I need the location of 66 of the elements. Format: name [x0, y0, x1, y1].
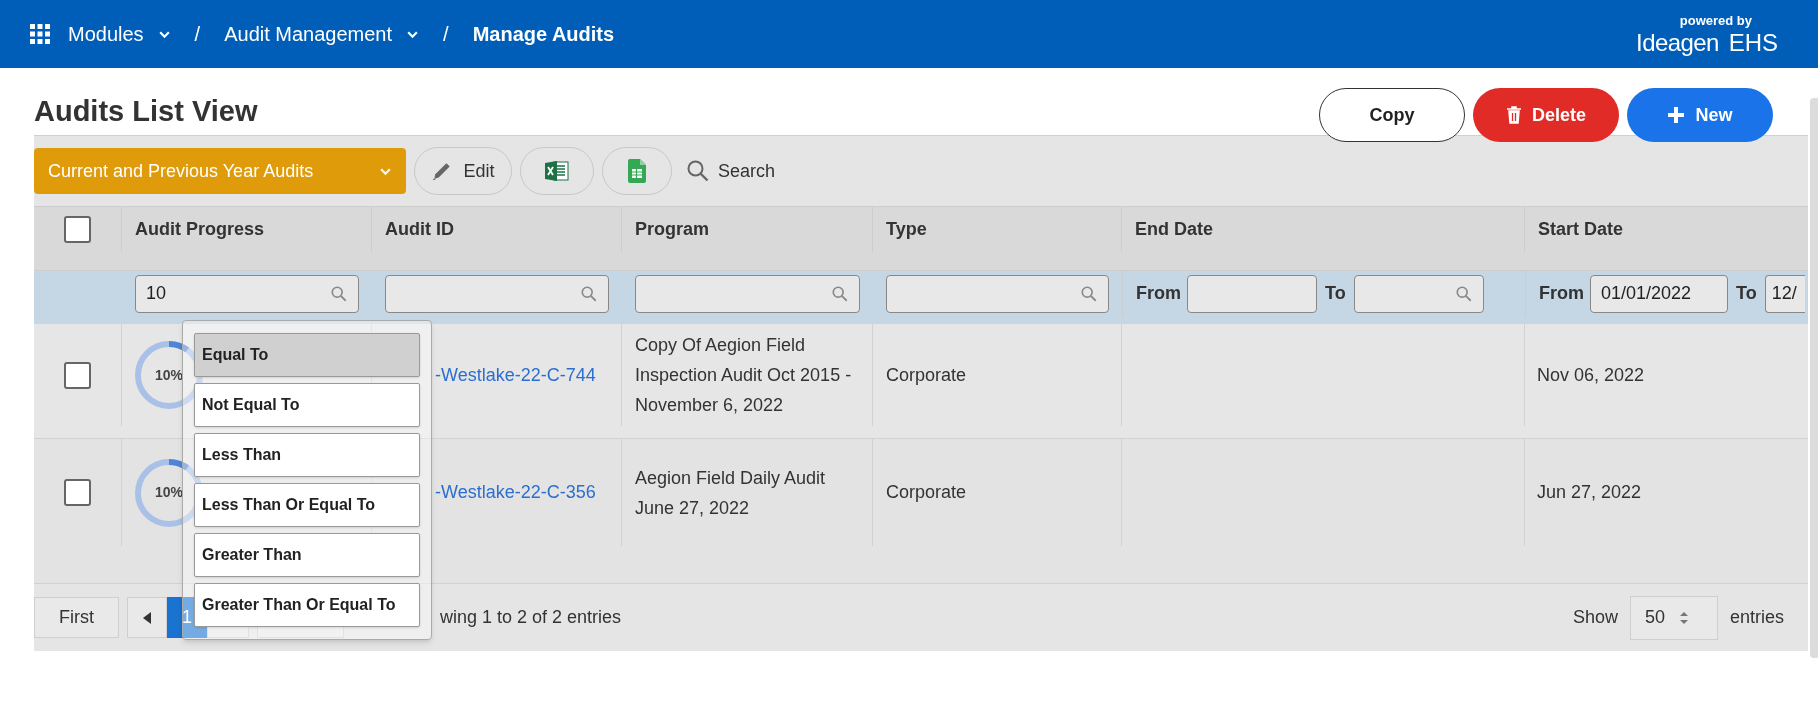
- breadcrumb-link[interactable]: Manage Audits: [472, 19, 615, 49]
- breadcrumb-link[interactable]: Audit Management: [224, 19, 420, 49]
- sheet-icon: [628, 159, 646, 183]
- search-icon: [580, 284, 598, 303]
- filter-field[interactable]: [635, 274, 860, 313]
- column-header[interactable]: Audit ID: [385, 216, 454, 243]
- filter-field[interactable]: [385, 274, 609, 313]
- menu-option[interactable]: Greater Than: [194, 533, 420, 577]
- search-icon: [330, 284, 348, 303]
- scrollbar[interactable]: [1810, 98, 1818, 658]
- entries-summary: wing 1 to 2 of 2 entries: [440, 606, 622, 629]
- trash-icon: [1506, 105, 1522, 125]
- checkbox[interactable]: [64, 216, 91, 243]
- first-page-button[interactable]: First: [34, 597, 119, 638]
- column-header[interactable]: End Date: [1135, 216, 1213, 243]
- field-label: From: [1136, 282, 1181, 306]
- filter-field[interactable]: [1187, 274, 1317, 313]
- search-icon: [1454, 284, 1473, 303]
- breadcrumb-link[interactable]: Modules: [68, 19, 171, 49]
- menu-option[interactable]: Less Than: [194, 433, 420, 477]
- field-label: From: [1539, 282, 1584, 306]
- spreadsheet-icon: [545, 160, 569, 182]
- menu-option[interactable]: Less Than Or Equal To: [194, 483, 420, 527]
- page-title: Audits List View: [34, 93, 258, 129]
- search-button[interactable]: Search: [686, 157, 776, 185]
- breadcrumb-separator: /: [194, 22, 201, 47]
- breadcrumb-separator: /: [443, 22, 449, 47]
- grid-menu-icon[interactable]: [30, 24, 50, 44]
- table-cell-text: Jun 27, 2022: [1537, 481, 1642, 504]
- search-icon: [686, 159, 710, 183]
- field-label: entries: [1729, 606, 1784, 629]
- search-icon: [831, 284, 849, 303]
- field-label: To: [1325, 282, 1346, 306]
- menu-option[interactable]: Not Equal To: [194, 383, 420, 427]
- filter-field[interactable]: 10: [135, 274, 359, 313]
- table-cell-text: Copy Of Aegion Field Inspection Audit Oct 2015 - November 6, 2022: [635, 334, 853, 417]
- menu-option[interactable]: Equal To: [194, 333, 420, 377]
- caret-left-icon: [143, 611, 151, 624]
- checkbox[interactable]: [64, 479, 91, 506]
- column-header[interactable]: Type: [886, 216, 927, 243]
- delete-button[interactable]: Delete: [1473, 88, 1619, 142]
- table-cell-text: Nov 06, 2022: [1537, 363, 1645, 387]
- checkbox[interactable]: [64, 361, 91, 389]
- brand-logo: powered by Ideagen EHS: [1636, 13, 1778, 55]
- column-header[interactable]: Start Date: [1538, 216, 1624, 243]
- table-cell-text: Aegion Field Daily Audit June 27, 2022: [635, 466, 827, 520]
- column-header[interactable]: Program: [635, 216, 710, 243]
- filter-field[interactable]: 12/: [1764, 274, 1805, 313]
- copy-button[interactable]: Copy: [1319, 88, 1465, 142]
- filter-field[interactable]: [1353, 274, 1484, 313]
- field-label: Show: [1572, 606, 1618, 629]
- column-header[interactable]: Audit Progress: [135, 216, 265, 243]
- table-cell-text: Corporate: [886, 481, 967, 504]
- search-icon: [1080, 284, 1098, 303]
- filter-field[interactable]: 01/01/2022: [1590, 274, 1728, 313]
- audit-id-link[interactable]: -Westlake-22-C-356: [435, 479, 596, 506]
- menu-option[interactable]: Greater Than Or Equal To: [194, 583, 420, 627]
- filter-field[interactable]: [886, 274, 1109, 313]
- sort-arrows-icon: [1679, 610, 1689, 625]
- table-cell-text: Corporate: [886, 363, 967, 387]
- field-label: To: [1736, 282, 1757, 306]
- plus-icon: [1667, 106, 1686, 124]
- previous-page-button[interactable]: [127, 597, 167, 638]
- new-button[interactable]: New: [1627, 88, 1773, 142]
- audit-id-link[interactable]: -Westlake-22-C-744: [435, 361, 596, 389]
- page-size-select[interactable]: 50: [1629, 595, 1718, 640]
